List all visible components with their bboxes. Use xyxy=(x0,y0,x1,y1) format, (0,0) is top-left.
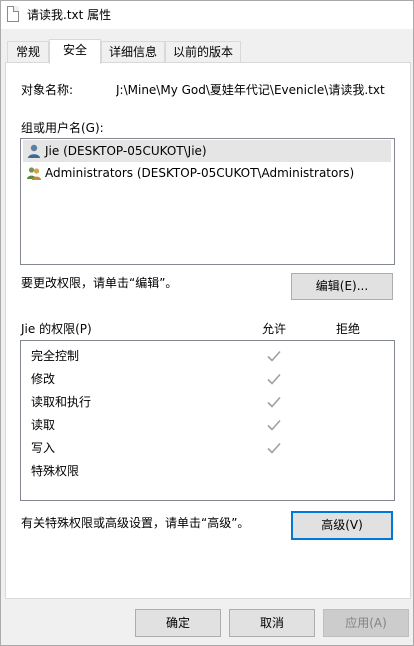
user-name: Jie (DESKTOP-05CUKOT\Jie) xyxy=(45,144,207,158)
ok-button[interactable]: 确定 xyxy=(135,609,221,637)
object-name-label: 对象名称: xyxy=(21,83,74,97)
permission-name: 读取和执行 xyxy=(31,395,92,409)
permission-row: 特殊权限 xyxy=(31,460,391,482)
edit-button[interactable]: 编辑(E)... xyxy=(291,273,393,300)
allow-header: 允许 xyxy=(262,322,287,336)
permission-row: 修改 xyxy=(31,368,391,390)
deny-header: 拒绝 xyxy=(336,322,361,336)
permission-name: 读取 xyxy=(31,418,56,432)
cancel-button[interactable]: 取消 xyxy=(229,609,315,637)
permission-row: 写入 xyxy=(31,437,391,459)
advanced-button[interactable]: 高级(V) xyxy=(291,511,393,540)
permission-name: 写入 xyxy=(31,441,56,455)
permission-name: 修改 xyxy=(31,372,56,386)
tab-details[interactable]: 详细信息 xyxy=(101,41,165,63)
groups-label: 组或用户名(G): xyxy=(21,121,104,135)
permission-name: 特殊权限 xyxy=(31,464,80,478)
permission-row: 读取 xyxy=(31,414,391,436)
properties-dialog: 请读我.txt 属性 常规 安全 详细信息 以前的版本 对象名称: J:\Min… xyxy=(0,0,414,646)
text-file-icon xyxy=(7,6,19,22)
group-icon xyxy=(27,167,41,180)
apply-button[interactable]: 应用(A) xyxy=(323,609,409,637)
object-name-value: J:\Mine\My God\夏娃年代记\Evenicle\请读我.txt xyxy=(116,83,385,97)
user-icon xyxy=(28,144,40,158)
list-item-user-jie[interactable]: Jie (DESKTOP-05CUKOT\Jie) xyxy=(23,140,391,162)
group-name: Administrators (DESKTOP-05CUKOT\Administ… xyxy=(45,166,355,180)
allow-check-icon xyxy=(267,373,281,385)
title-bar[interactable]: 请读我.txt 属性 xyxy=(1,1,413,29)
edit-hint: 要更改权限，请单击“编辑”。 xyxy=(21,276,178,290)
permission-row: 完全控制 xyxy=(31,345,391,367)
permissions-label: Jie 的权限(P) xyxy=(21,322,92,336)
tab-previous-versions[interactable]: 以前的版本 xyxy=(165,41,241,63)
allow-check-icon xyxy=(267,442,281,454)
tab-general[interactable]: 常规 xyxy=(7,41,49,63)
allow-check-icon xyxy=(267,396,281,408)
permissions-list[interactable]: 完全控制 修改 读取和执行 读取 写入 特殊权限 xyxy=(20,340,395,501)
allow-check-icon xyxy=(267,419,281,431)
permission-name: 完全控制 xyxy=(31,349,80,363)
window-title: 请读我.txt 属性 xyxy=(27,8,112,22)
groups-listbox[interactable]: Jie (DESKTOP-05CUKOT\Jie) Administrators… xyxy=(20,138,395,265)
permission-row: 读取和执行 xyxy=(31,391,391,413)
list-item-group-administrators[interactable]: Administrators (DESKTOP-05CUKOT\Administ… xyxy=(23,162,391,184)
advanced-hint: 有关特殊权限或高级设置，请单击“高级”。 xyxy=(21,516,250,530)
allow-check-icon xyxy=(267,350,281,362)
security-panel: 对象名称: J:\Mine\My God\夏娃年代记\Evenicle\请读我.… xyxy=(5,62,411,599)
tab-security[interactable]: 安全 xyxy=(49,39,101,64)
